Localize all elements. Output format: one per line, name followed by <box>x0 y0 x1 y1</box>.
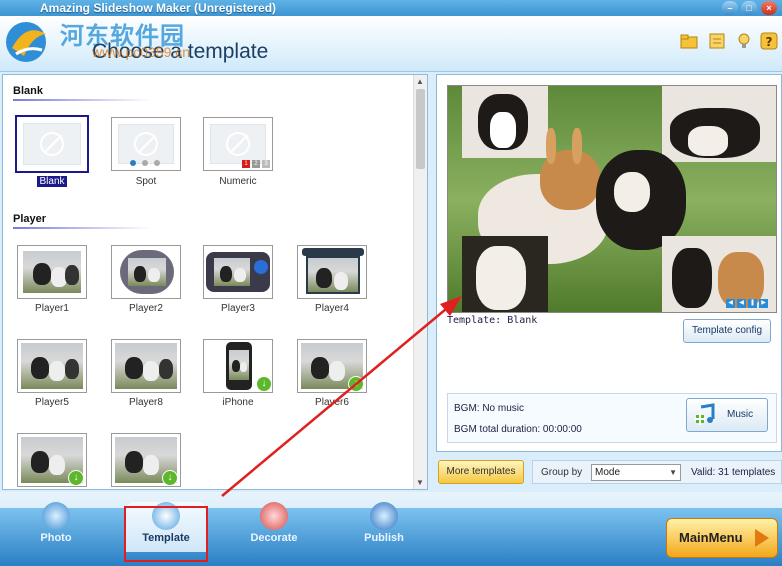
more-templates-button[interactable]: More templates <box>438 460 524 484</box>
template-label: Player1 <box>35 303 69 314</box>
template-tile-numeric[interactable]: 1 2 3 <box>203 117 273 171</box>
scroll-up-icon[interactable]: ▲ <box>416 77 424 86</box>
arrow-right-icon <box>755 529 769 547</box>
svg-text:?: ? <box>766 35 773 49</box>
highlight-box <box>124 506 208 562</box>
template-label: Player6 <box>315 397 349 408</box>
no-image-icon <box>134 132 158 156</box>
template-label: Player3 <box>221 303 255 314</box>
minimize-button[interactable]: – <box>722 1 738 15</box>
group-by-select[interactable]: Mode ▼ <box>591 464 681 481</box>
template-tile[interactable]: ↓ <box>111 433 181 487</box>
bgm-label: BGM: No music <box>454 403 525 414</box>
template-tile[interactable]: ↓ <box>17 433 87 487</box>
download-icon[interactable]: ↓ <box>162 470 178 486</box>
section-divider <box>13 99 151 101</box>
bgm-duration: BGM total duration: 00:00:00 <box>454 424 582 435</box>
bulb-icon[interactable] <box>735 32 753 50</box>
template-label: Player5 <box>35 397 69 408</box>
template-tile-player5[interactable] <box>17 339 87 393</box>
title-bar: Amazing Slideshow Maker (Unregistered) –… <box>0 0 782 16</box>
download-icon[interactable]: ↓ <box>256 376 272 392</box>
window-title: Amazing Slideshow Maker (Unregistered) <box>40 1 277 15</box>
template-tile-spot[interactable] <box>111 117 181 171</box>
group-by-label: Group by <box>541 467 583 478</box>
template-tile-blank[interactable] <box>15 115 89 173</box>
no-image-icon <box>40 132 64 156</box>
download-icon[interactable]: ↓ <box>68 470 84 486</box>
note-icon[interactable] <box>708 32 726 50</box>
template-tile-player4[interactable] <box>297 245 367 299</box>
template-tile-player1[interactable] <box>17 245 87 299</box>
template-tile-player6[interactable]: ↓ <box>297 339 367 393</box>
header: 河东软件园 Choose a template www.pc0359.cn ? <box>0 16 782 72</box>
scrollbar[interactable]: ▲ ▼ <box>413 75 427 489</box>
music-icon <box>695 403 715 425</box>
template-label: Spot <box>135 176 157 187</box>
template-label: Player2 <box>129 303 163 314</box>
scroll-down-icon[interactable]: ▼ <box>416 478 424 487</box>
template-tile-iphone[interactable]: ↓ <box>203 339 273 393</box>
first-icon[interactable]: ◀ <box>726 299 735 308</box>
scroll-thumb[interactable] <box>416 89 425 169</box>
publish-icon <box>370 502 398 530</box>
template-tile-player3[interactable] <box>203 245 273 299</box>
preview-panel: ◀ ◀ ❚ ▶ Template: Blank Template config BGM… <box>436 74 782 452</box>
pause-icon[interactable]: ❚ <box>748 299 757 308</box>
template-tile-player2[interactable] <box>111 245 181 299</box>
main-menu-button[interactable]: MainMenu <box>666 518 778 558</box>
template-gallery: Blank Blank Spot 1 2 3 Numeric Player Pl… <box>2 74 428 490</box>
template-name-label: Template: Blank <box>447 315 538 326</box>
section-title-blank: Blank <box>13 85 43 97</box>
maximize-button[interactable]: □ <box>741 1 757 15</box>
bottom-nav: Photo Template Decorate Publish <box>0 492 782 566</box>
template-label: Player4 <box>315 303 349 314</box>
no-image-icon <box>226 132 250 156</box>
close-button[interactable]: × <box>761 1 777 15</box>
folder-icon[interactable] <box>680 32 698 50</box>
template-label: Player8 <box>129 397 163 408</box>
photo-icon <box>42 502 70 530</box>
tab-decorate[interactable]: Decorate <box>234 502 314 552</box>
tab-photo[interactable]: Photo <box>16 502 96 552</box>
watermark-url: www.pc0359.cn <box>92 44 191 60</box>
bgm-box: BGM: No music BGM total duration: 00:00:… <box>447 393 777 443</box>
template-label: Numeric <box>219 176 257 187</box>
section-title-player: Player <box>13 213 47 225</box>
chevron-down-icon: ▼ <box>669 468 677 477</box>
preview-image: ◀ ◀ ❚ ▶ <box>447 85 777 313</box>
valid-count: Valid: 31 templates <box>691 467 776 478</box>
music-button[interactable]: Music <box>686 398 768 432</box>
template-label: iPhone <box>222 397 254 408</box>
prev-icon[interactable]: ◀ <box>737 299 746 308</box>
next-icon[interactable]: ▶ <box>759 299 768 308</box>
template-tile-player8[interactable] <box>111 339 181 393</box>
group-by-bar: Group by Mode ▼ Valid: 31 templates <box>532 460 782 484</box>
app-logo-icon <box>6 22 46 62</box>
template-config-button[interactable]: Template config <box>683 319 771 343</box>
help-icon[interactable]: ? <box>760 32 778 50</box>
heart-icon <box>260 502 288 530</box>
download-icon[interactable]: ↓ <box>348 376 364 392</box>
tab-publish[interactable]: Publish <box>344 502 424 552</box>
template-label: Blank <box>37 176 67 187</box>
music-button-label: Music <box>727 409 754 420</box>
playback-controls: ◀ ◀ ❚ ▶ <box>724 295 768 308</box>
section-divider <box>13 227 151 229</box>
